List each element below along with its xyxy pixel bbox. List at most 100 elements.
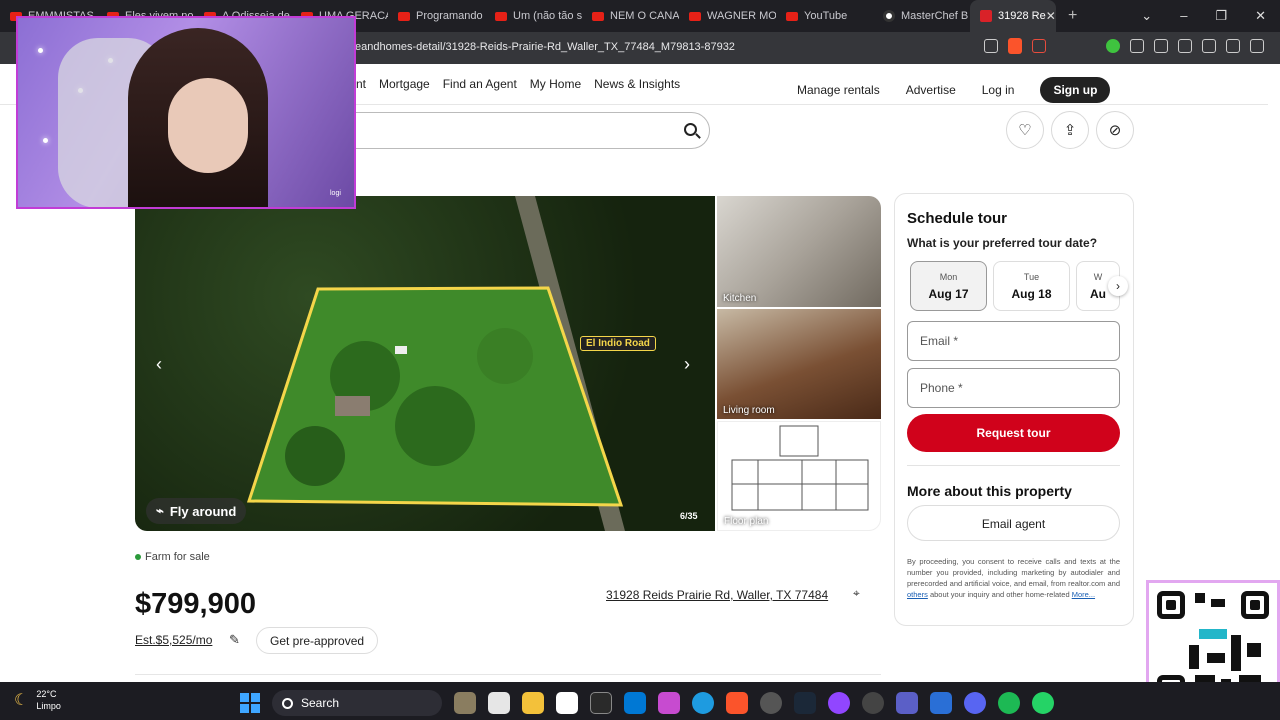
browser-toolbar	[984, 38, 1264, 54]
taskbar-search[interactable]: Search	[272, 690, 442, 716]
hide-home-button[interactable]: ⊘	[1096, 111, 1134, 149]
menu-icon[interactable]	[1250, 39, 1264, 53]
browser-tab[interactable]: WAGNER MO	[679, 0, 776, 32]
house	[335, 396, 370, 416]
url-text[interactable]: eandhomes-detail/31928-Reids-Prairie-Rd_…	[355, 41, 735, 53]
listing-address[interactable]: 31928 Reids Prairie Rd, Waller, TX 77484	[606, 588, 828, 602]
browser-tab-active[interactable]: 31928 Re ✕	[970, 0, 1056, 32]
twitch-icon[interactable]	[828, 692, 850, 714]
manage-rentals-link[interactable]: Manage rentals	[797, 83, 880, 97]
prev-photo-icon[interactable]: ‹	[156, 354, 162, 375]
youtube-icon	[495, 11, 507, 21]
email-agent-button[interactable]: Email agent	[907, 505, 1120, 541]
nav-item[interactable]: nt	[356, 77, 366, 91]
browser-tab[interactable]: YouTube	[776, 0, 873, 32]
tour-date-option[interactable]: Mon Aug 17	[910, 261, 987, 311]
weather-widget[interactable]: ☾ 22°C Limpo	[14, 688, 61, 712]
discord-icon[interactable]	[964, 692, 986, 714]
browser-tab[interactable]: Programando	[388, 0, 485, 32]
nav-item-find-agent[interactable]: Find an Agent	[443, 77, 517, 91]
signup-button[interactable]: Sign up	[1040, 77, 1111, 103]
teams-icon[interactable]	[896, 692, 918, 714]
browser-tab[interactable]: NEM O CANA	[582, 0, 679, 32]
edge-icon[interactable]	[692, 692, 714, 714]
status-dot-icon	[135, 554, 141, 560]
request-tour-button[interactable]: Request tour	[907, 414, 1120, 452]
extensions-icon[interactable]	[1130, 39, 1144, 53]
moon-icon: ☾	[14, 692, 29, 709]
maximize-icon[interactable]: ❐	[1215, 8, 1227, 24]
youtube-icon	[398, 11, 410, 21]
site-nav: nt Mortgage Find an Agent My Home News &…	[356, 77, 680, 91]
camera-icon[interactable]	[556, 692, 578, 714]
steam-icon[interactable]	[794, 692, 816, 714]
browser-tab[interactable]: MasterChef B	[873, 0, 970, 32]
webcam-tag: logi	[330, 190, 341, 197]
chevron-right-icon[interactable]: ›	[1108, 276, 1128, 296]
nav-item-my-home[interactable]: My Home	[530, 77, 581, 91]
task-view-icon[interactable]	[488, 692, 510, 714]
nav-item-news[interactable]: News & Insights	[594, 77, 680, 91]
aerial-photo-drawing	[246, 196, 625, 531]
nav-item-mortgage[interactable]: Mortgage	[379, 77, 430, 91]
next-photo-icon[interactable]: ›	[684, 354, 690, 375]
wallet-icon[interactable]	[1178, 39, 1192, 53]
text-editor-icon[interactable]	[930, 692, 952, 714]
brave-icon[interactable]	[726, 692, 748, 714]
streamer-face	[168, 78, 248, 173]
listing-status: Farm for sale	[135, 551, 210, 563]
youtube-icon	[689, 11, 701, 21]
main-photo[interactable]	[135, 196, 715, 531]
heart-icon: ♡	[1018, 122, 1032, 139]
road-label: El Indio Road	[580, 336, 656, 351]
thumb-floor-plan[interactable]: Floor plan	[717, 421, 881, 531]
map-pin-icon[interactable]: ⌖	[853, 586, 860, 601]
minimize-icon[interactable]: –	[1180, 8, 1187, 24]
consent-disclaimer: By proceeding, you consent to receive ca…	[907, 557, 1120, 599]
brave-shields-icon[interactable]	[1008, 38, 1022, 54]
sidebar-icon[interactable]	[1154, 39, 1168, 53]
share-icon: ⇪	[1063, 122, 1077, 139]
search-icon[interactable]	[684, 123, 697, 136]
windows-start-icon[interactable]	[240, 693, 260, 713]
ms-store-icon[interactable]	[624, 692, 646, 714]
browser-tab[interactable]: Um (não tão s	[485, 0, 582, 32]
estimate-link[interactable]: Est.$5,525/mo	[135, 633, 212, 647]
file-explorer-icon[interactable]	[522, 692, 544, 714]
leo-icon[interactable]	[1202, 39, 1216, 53]
translate-icon[interactable]	[984, 39, 998, 53]
more-link[interactable]: More...	[1072, 590, 1095, 599]
email-field[interactable]: Email *	[907, 321, 1120, 361]
chatgpt-icon[interactable]	[760, 692, 782, 714]
login-link[interactable]: Log in	[982, 83, 1015, 97]
thumb-kitchen[interactable]: Kitchen	[717, 196, 881, 307]
whatsapp-icon[interactable]	[1032, 692, 1054, 714]
thumb-living-room[interactable]: Living room	[717, 309, 881, 419]
extension-status-icon[interactable]	[1106, 39, 1120, 53]
others-link[interactable]: others	[907, 590, 928, 599]
share-button[interactable]: ⇪	[1051, 111, 1089, 149]
phone-field[interactable]: Phone *	[907, 368, 1120, 408]
save-home-button[interactable]: ♡	[1006, 111, 1044, 149]
advertise-link[interactable]: Advertise	[906, 83, 956, 97]
section-divider	[135, 674, 881, 675]
new-tab-button[interactable]: +	[1068, 7, 1077, 25]
search-input[interactable]	[300, 112, 710, 149]
site-nav-right: Manage rentals Advertise Log in Sign up	[797, 77, 1111, 103]
pencil-icon[interactable]: ✎	[229, 632, 240, 648]
fly-around-button[interactable]: ⌁ Fly around	[146, 498, 247, 524]
obs-icon[interactable]	[862, 692, 884, 714]
preapproved-button[interactable]: Get pre-approved	[256, 627, 379, 654]
copilot-icon[interactable]	[658, 692, 680, 714]
tour-date-option[interactable]: Tue Aug 18	[993, 261, 1070, 311]
close-tab-icon[interactable]: ✕	[1046, 9, 1056, 23]
epic-games-icon[interactable]	[590, 692, 612, 714]
spotify-icon[interactable]	[998, 692, 1020, 714]
tab-list-icon[interactable]: ⌄	[1141, 8, 1152, 24]
brave-rewards-icon[interactable]	[1032, 39, 1046, 53]
close-window-icon[interactable]: ✕	[1255, 8, 1266, 24]
widget-icon[interactable]	[454, 692, 476, 714]
vpn-icon[interactable]	[1226, 39, 1240, 53]
tour-subtitle: What is your preferred tour date?	[907, 236, 1098, 250]
tour-title: Schedule tour	[907, 210, 1008, 227]
